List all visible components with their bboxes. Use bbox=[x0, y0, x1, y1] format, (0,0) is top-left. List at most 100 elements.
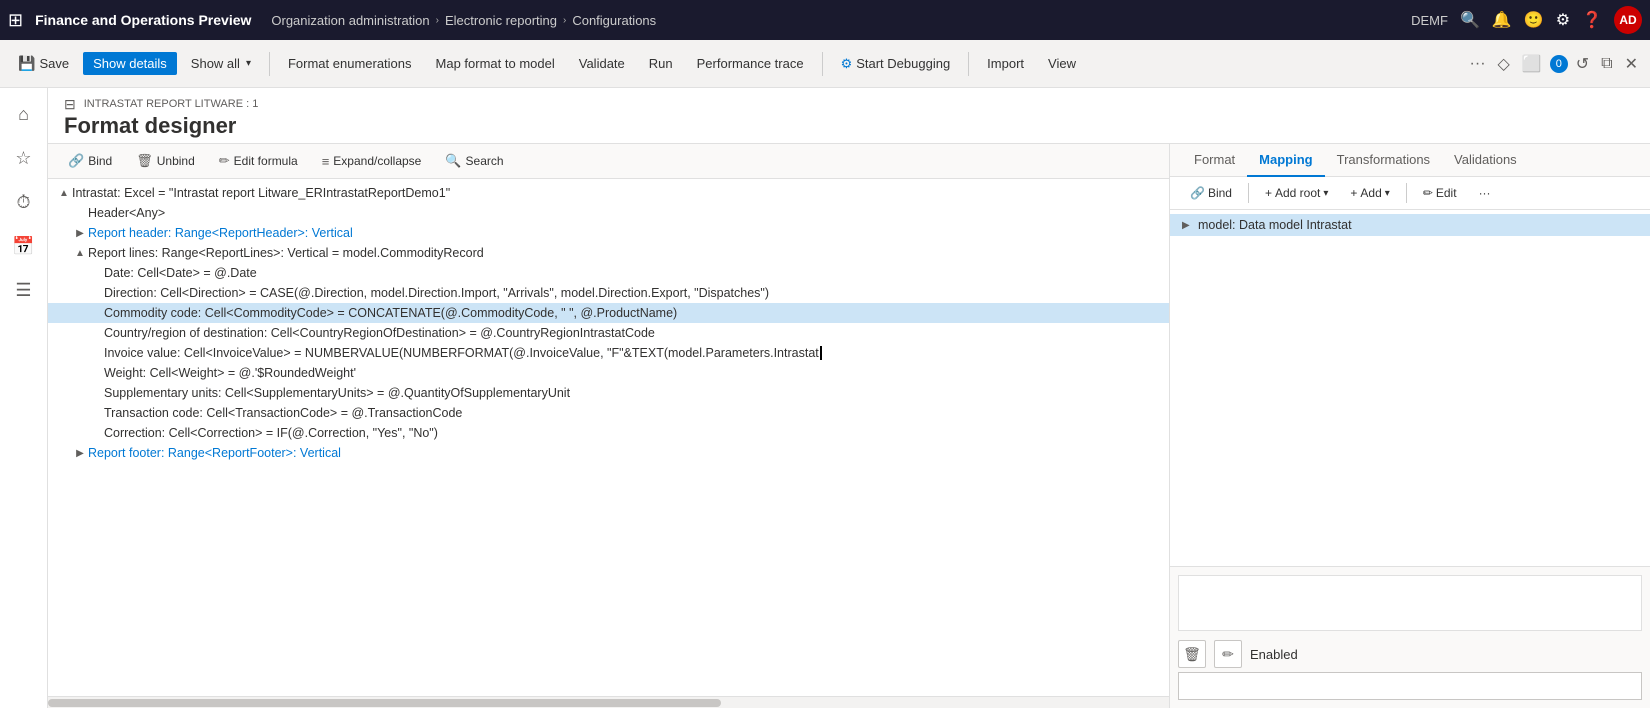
delete-formula-button[interactable]: 🗑 bbox=[1178, 640, 1206, 668]
model-tree-item[interactable]: ▶ model: Data model Intrastat bbox=[1170, 214, 1650, 236]
tree-item[interactable]: Invoice value: Cell<InvoiceValue> = NUMB… bbox=[48, 343, 1169, 363]
sidebar-home-icon[interactable]: ⌂ bbox=[6, 96, 42, 132]
toggle-icon bbox=[88, 308, 104, 319]
edit-formula-bottom-button[interactable]: ✏ bbox=[1214, 640, 1242, 668]
right-bind-button[interactable]: 🔗 Bind bbox=[1182, 183, 1240, 203]
tree-item[interactable]: Country/region of destination: Cell<Coun… bbox=[48, 323, 1169, 343]
main-toolbar: 💾 Save Show details Show all Format enum… bbox=[0, 40, 1650, 88]
link-icon: 🔗 bbox=[68, 153, 84, 169]
edit-formula-button[interactable]: ✏ Edit formula bbox=[211, 150, 306, 172]
split-icon[interactable]: ⬜ bbox=[1518, 54, 1546, 74]
search-icon[interactable]: 🔍 bbox=[1460, 10, 1480, 30]
tree-item[interactable]: ▶ Report header: Range<ReportHeader>: Ve… bbox=[48, 223, 1169, 243]
item-text: Weight: Cell<Weight> = @.'$RoundedWeight… bbox=[104, 366, 1161, 380]
tree-item[interactable]: Weight: Cell<Weight> = @.'$RoundedWeight… bbox=[48, 363, 1169, 383]
tree-item[interactable]: Transaction code: Cell<TransactionCode> … bbox=[48, 403, 1169, 423]
page-breadcrumb: INTRASTAT REPORT LITWARE : 1 bbox=[84, 98, 259, 110]
add-root-button[interactable]: + Add root bbox=[1257, 183, 1336, 203]
user-avatar[interactable]: AD bbox=[1614, 6, 1642, 34]
plus-icon-1: + bbox=[1265, 186, 1272, 200]
expand-icon: ≡ bbox=[322, 154, 330, 169]
formula-input[interactable] bbox=[1178, 575, 1642, 631]
tree-item[interactable]: Header<Any> bbox=[48, 203, 1169, 223]
toolbar-separator-3 bbox=[968, 52, 969, 76]
more-options-icon[interactable]: ··· bbox=[1466, 55, 1490, 73]
item-text: Supplementary units: Cell<SupplementaryU… bbox=[104, 386, 1161, 400]
main-layout: ⌂ ☆ ⏱ 📅 ☰ ⊟ INTRASTAT REPORT LITWARE : 1… bbox=[0, 88, 1650, 708]
map-format-button[interactable]: Map format to model bbox=[426, 52, 565, 75]
tree-content[interactable]: ▲ Intrastat: Excel = "Intrastat report L… bbox=[48, 179, 1169, 696]
breadcrumb-org[interactable]: Organization administration bbox=[271, 13, 429, 28]
horizontal-scrollbar[interactable] bbox=[48, 696, 1169, 708]
search-button[interactable]: 🔍 Search bbox=[437, 150, 511, 172]
sidebar-recent-icon[interactable]: ⏱ bbox=[6, 184, 42, 220]
show-details-button[interactable]: Show details bbox=[83, 52, 177, 75]
close-icon[interactable]: ✕ bbox=[1621, 54, 1642, 74]
tree-item[interactable]: ▶ Report footer: Range<ReportFooter>: Ve… bbox=[48, 443, 1169, 463]
format-enumerations-button[interactable]: Format enumerations bbox=[278, 52, 422, 75]
right-bottom: 🗑 ✏ Enabled bbox=[1170, 566, 1650, 708]
restore-icon[interactable]: ⧉ bbox=[1597, 55, 1616, 73]
show-all-button[interactable]: Show all bbox=[181, 52, 261, 75]
sidebar-star-icon[interactable]: ☆ bbox=[6, 140, 42, 176]
trash-formula-icon: 🗑 bbox=[1183, 646, 1201, 663]
toggle-icon: ▲ bbox=[72, 248, 88, 259]
scrollbar-thumb bbox=[48, 699, 721, 707]
add-button[interactable]: + Add bbox=[1342, 183, 1397, 203]
item-text: Correction: Cell<Correction> = IF(@.Corr… bbox=[104, 426, 1161, 440]
tab-mapping[interactable]: Mapping bbox=[1247, 144, 1324, 177]
sidebar-list-icon[interactable]: ☰ bbox=[6, 272, 42, 308]
bell-icon[interactable]: 🔔 bbox=[1492, 10, 1512, 30]
tree-item[interactable]: Date: Cell<Date> = @.Date bbox=[48, 263, 1169, 283]
toggle-icon: ▲ bbox=[56, 188, 72, 199]
tree-toolbar: 🔗 Bind 🗑 Unbind ✏ Edit formula ≡ Expand/… bbox=[48, 144, 1169, 179]
count-badge: 0 bbox=[1550, 55, 1568, 73]
tree-item[interactable]: Correction: Cell<Correction> = IF(@.Corr… bbox=[48, 423, 1169, 443]
performance-trace-button[interactable]: Performance trace bbox=[687, 52, 814, 75]
breadcrumb-electronic[interactable]: Electronic reporting bbox=[445, 13, 557, 28]
gear-icon[interactable]: ⚙ bbox=[1556, 10, 1570, 30]
bind-button[interactable]: 🔗 Bind bbox=[60, 150, 120, 172]
run-button[interactable]: Run bbox=[639, 52, 683, 75]
import-button[interactable]: Import bbox=[977, 52, 1034, 75]
diamond-icon[interactable]: ◇ bbox=[1494, 54, 1514, 74]
view-button[interactable]: View bbox=[1038, 52, 1086, 75]
tree-item[interactable]: Commodity code: Cell<CommodityCode> = CO… bbox=[48, 303, 1169, 323]
refresh-icon[interactable]: ↺ bbox=[1572, 54, 1593, 74]
save-button[interactable]: 💾 Save bbox=[8, 51, 79, 76]
help-icon[interactable]: ❓ bbox=[1582, 10, 1602, 30]
tree-item[interactable]: ▲ Intrastat: Excel = "Intrastat report L… bbox=[48, 183, 1169, 203]
smile-icon[interactable]: 🙂 bbox=[1524, 10, 1544, 30]
top-nav: ⊞ Finance and Operations Preview Organiz… bbox=[0, 0, 1650, 40]
right-bottom-toolbar: 🗑 ✏ Enabled bbox=[1178, 640, 1642, 668]
item-text: Report lines: Range<ReportLines>: Vertic… bbox=[88, 246, 1161, 260]
toggle-icon bbox=[88, 348, 104, 359]
start-debugging-button[interactable]: ⚙ Start Debugging bbox=[831, 52, 961, 76]
grid-icon[interactable]: ⊞ bbox=[8, 10, 23, 31]
designer-area: 🔗 Bind 🗑 Unbind ✏ Edit formula ≡ Expand/… bbox=[48, 144, 1650, 708]
right-more-button[interactable]: ··· bbox=[1471, 183, 1499, 203]
tab-format[interactable]: Format bbox=[1182, 144, 1247, 177]
filter-icon[interactable]: ⊟ bbox=[64, 96, 76, 113]
trash-icon: 🗑 bbox=[136, 153, 153, 169]
pencil-formula-icon: ✏ bbox=[1222, 646, 1234, 663]
breadcrumb-sep2: › bbox=[563, 15, 566, 26]
model-toggle-icon: ▶ bbox=[1182, 220, 1198, 231]
tab-validations[interactable]: Validations bbox=[1442, 144, 1529, 177]
enabled-input[interactable] bbox=[1178, 672, 1642, 700]
tree-item[interactable]: ▲ Report lines: Range<ReportLines>: Vert… bbox=[48, 243, 1169, 263]
edit-pencil-icon: ✏ bbox=[1423, 186, 1433, 200]
right-edit-button[interactable]: ✏ Edit bbox=[1415, 183, 1465, 203]
tab-transformations[interactable]: Transformations bbox=[1325, 144, 1442, 177]
tree-item[interactable]: Supplementary units: Cell<SupplementaryU… bbox=[48, 383, 1169, 403]
unbind-button[interactable]: 🗑 Unbind bbox=[128, 150, 203, 172]
item-text: Header<Any> bbox=[88, 206, 1161, 220]
validate-button[interactable]: Validate bbox=[569, 52, 635, 75]
right-content[interactable]: ▶ model: Data model Intrastat bbox=[1170, 210, 1650, 566]
debug-icon: ⚙ bbox=[841, 56, 853, 72]
enabled-label: Enabled bbox=[1250, 647, 1642, 662]
expand-collapse-button[interactable]: ≡ Expand/collapse bbox=[314, 151, 430, 172]
tree-item[interactable]: Direction: Cell<Direction> = CASE(@.Dire… bbox=[48, 283, 1169, 303]
breadcrumb-configurations[interactable]: Configurations bbox=[572, 13, 656, 28]
sidebar-calendar-icon[interactable]: 📅 bbox=[6, 228, 42, 264]
